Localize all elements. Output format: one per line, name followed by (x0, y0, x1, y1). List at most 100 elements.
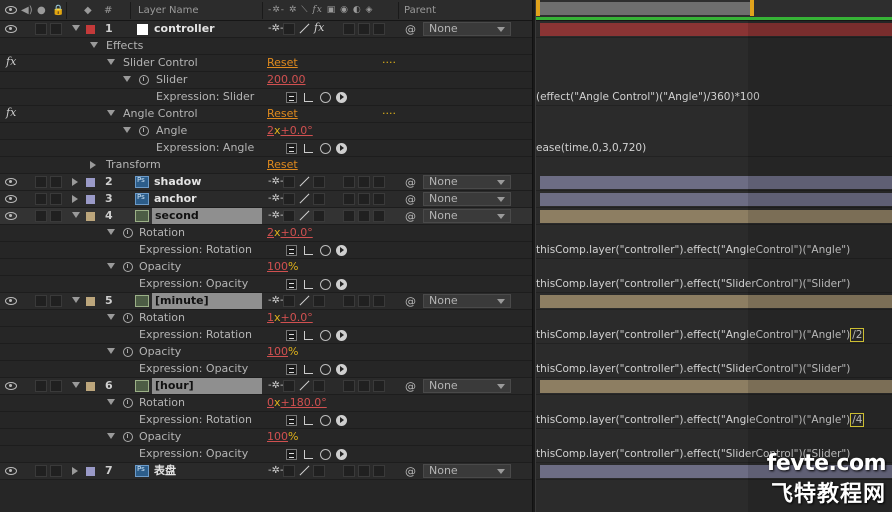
stopwatch-icon[interactable] (123, 398, 133, 408)
expand-triangle-icon[interactable] (107, 110, 115, 116)
degrees-value[interactable]: +0.0° (281, 226, 313, 239)
expression-language-menu-icon[interactable] (336, 415, 347, 426)
expand-triangle-icon[interactable] (72, 178, 78, 186)
collapse-switch[interactable] (283, 176, 295, 188)
property-row-expr_slider[interactable]: Expression: Slider (0, 89, 532, 106)
stopwatch-icon[interactable] (123, 313, 133, 323)
layer-name[interactable]: second (152, 208, 262, 224)
shy-switch-icon[interactable]: -✲- (268, 176, 284, 187)
effect-switch[interactable] (313, 465, 325, 477)
effect-switch[interactable] (313, 210, 325, 222)
expand-triangle-icon[interactable] (107, 314, 115, 320)
visibility-eye-icon[interactable] (5, 297, 17, 305)
parent-pickwhip-icon[interactable]: @ (405, 176, 416, 189)
opacity-value[interactable]: 100% (267, 344, 298, 360)
property-row-r4_expr_rot[interactable]: Expression: Rotation (0, 242, 532, 259)
parent-pickwhip-icon[interactable]: @ (405, 380, 416, 393)
audio-column-icon[interactable]: ◀) (21, 0, 33, 21)
parent-pickwhip-icon[interactable]: @ (405, 210, 416, 223)
expand-triangle-icon[interactable] (107, 263, 115, 269)
expand-triangle-icon[interactable] (72, 297, 80, 303)
parent-pickwhip-icon[interactable]: @ (405, 23, 416, 36)
opacity-number[interactable]: 100 (267, 260, 288, 273)
property-row-r5_expr_op[interactable]: Expression: Opacity (0, 361, 532, 378)
property-row-r4_op[interactable]: Opacity 100% (0, 259, 532, 276)
expression-language-menu-icon[interactable] (336, 92, 347, 103)
parent-pickwhip-icon[interactable]: @ (405, 465, 416, 478)
time-ruler[interactable] (536, 0, 892, 21)
effect-switch[interactable] (313, 176, 325, 188)
quality-switch-icon[interactable] (296, 295, 310, 307)
expand-triangle-icon[interactable] (123, 127, 131, 133)
layer-row-r1[interactable]: 1 controller -✲- fx @ None (0, 21, 532, 38)
expression-language-menu-icon[interactable] (336, 364, 347, 375)
expression-language-menu-icon[interactable] (336, 279, 347, 290)
expression-text[interactable]: (effect("Angle Control")("Angle")/360)*1… (536, 89, 760, 105)
visibility-eye-icon[interactable] (5, 467, 17, 475)
parent-column-header[interactable]: Parent (404, 0, 436, 21)
expression-enable-icon[interactable] (286, 449, 297, 460)
lock-column-icon[interactable]: 🔒 (52, 0, 64, 21)
number-column-header[interactable]: # (104, 0, 112, 21)
layer-name[interactable]: [minute] (152, 293, 262, 309)
work-area-end-handle[interactable] (750, 0, 754, 16)
degrees-value[interactable]: +180.0° (281, 396, 327, 409)
motion-blur-switch[interactable] (343, 295, 355, 307)
layer-row-r7[interactable]: 7 表盘 -✲- @ None (0, 463, 532, 480)
expression-enable-icon[interactable] (286, 364, 297, 375)
layer-row-r2[interactable]: 2 shadow -✲- @ None (0, 174, 532, 191)
expand-triangle-icon[interactable] (107, 399, 115, 405)
lock-toggle[interactable] (50, 210, 62, 222)
layer-name[interactable]: [hour] (152, 378, 262, 394)
visibility-eye-icon[interactable] (5, 212, 17, 220)
expand-triangle-icon[interactable] (72, 212, 80, 218)
stopwatch-icon[interactable] (123, 432, 133, 442)
label-color-swatch[interactable] (86, 195, 95, 204)
motion-blur-switch[interactable] (343, 193, 355, 205)
revolutions-value[interactable]: 2 (267, 124, 274, 137)
expression-pickwhip-icon[interactable] (320, 364, 331, 375)
label-color-swatch[interactable] (86, 25, 95, 34)
stopwatch-icon[interactable] (123, 347, 133, 357)
solo-toggle[interactable] (35, 380, 47, 392)
lock-toggle[interactable] (50, 295, 62, 307)
label-color-swatch[interactable] (86, 467, 95, 476)
label-column-icon[interactable]: ◆ (84, 0, 92, 21)
property-row-effects[interactable]: Effects (0, 38, 532, 55)
rotation-value[interactable]: 0x+180.0° (267, 395, 327, 411)
property-row-r6_op[interactable]: Opacity 100% (0, 429, 532, 446)
expression-graph-icon[interactable] (303, 143, 314, 154)
collapse-switch[interactable] (283, 210, 295, 222)
parent-dropdown[interactable]: None (423, 379, 511, 393)
collapse-switch[interactable] (283, 23, 295, 35)
reset-link[interactable]: Reset (267, 157, 298, 173)
3d-switch[interactable] (373, 210, 385, 222)
solo-toggle[interactable] (35, 193, 47, 205)
expression-language-menu-icon[interactable] (336, 143, 347, 154)
expand-triangle-icon[interactable] (90, 161, 96, 169)
expression-pickwhip-icon[interactable] (320, 330, 331, 341)
opacity-value[interactable]: 100% (267, 429, 298, 445)
adjustment-switch[interactable] (358, 295, 370, 307)
expression-enable-icon[interactable] (286, 330, 297, 341)
parent-pickwhip-icon[interactable]: @ (405, 193, 416, 206)
expand-triangle-icon[interactable] (72, 467, 78, 475)
expression-language-menu-icon[interactable] (336, 330, 347, 341)
eye-column-icon[interactable] (5, 6, 17, 14)
visibility-eye-icon[interactable] (5, 25, 17, 33)
adjustment-switch[interactable] (358, 465, 370, 477)
quality-switch-icon[interactable] (296, 380, 310, 392)
property-row-r5_expr_rot[interactable]: Expression: Rotation (0, 327, 532, 344)
layer-row-r5[interactable]: 5 [minute] -✲- @ None (0, 293, 532, 310)
expression-pickwhip-icon[interactable] (320, 92, 331, 103)
opacity-number[interactable]: 100 (267, 345, 288, 358)
solo-toggle[interactable] (35, 176, 47, 188)
property-row-slider[interactable]: Slider 200.00 (0, 72, 532, 89)
property-row-angle[interactable]: Angle 2x+0.0° (0, 123, 532, 140)
adjustment-switch[interactable] (358, 380, 370, 392)
parent-dropdown[interactable]: None (423, 209, 511, 223)
expression-graph-icon[interactable] (303, 92, 314, 103)
expression-graph-icon[interactable] (303, 415, 314, 426)
3d-switch[interactable] (373, 176, 385, 188)
parent-dropdown[interactable]: None (423, 192, 511, 206)
